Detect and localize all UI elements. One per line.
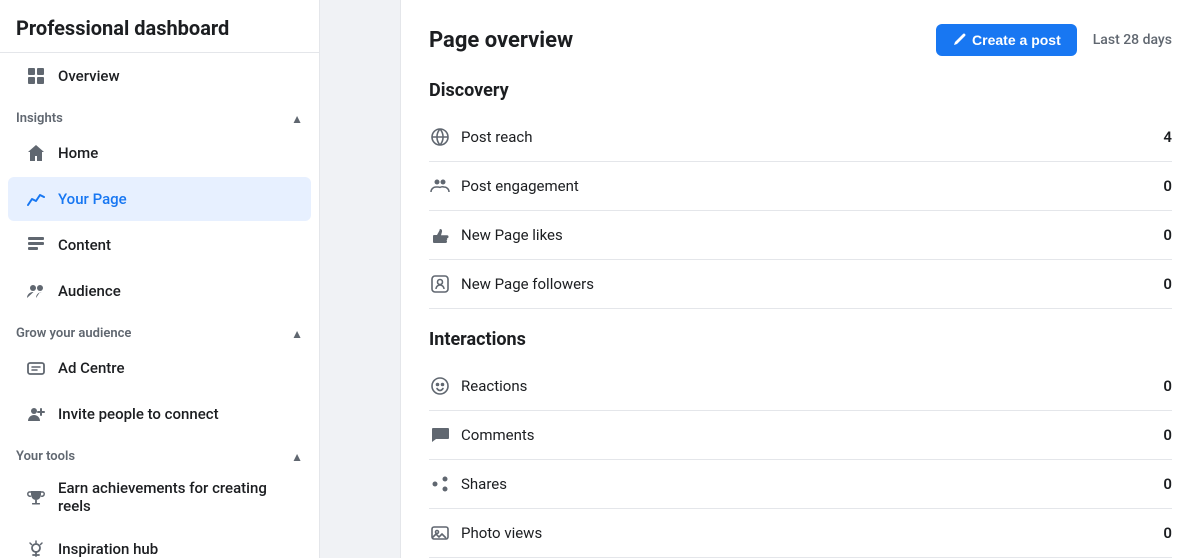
new-page-likes-label: New Page likes bbox=[461, 226, 563, 244]
grow-label: Grow your audience bbox=[16, 326, 131, 341]
ad-icon bbox=[24, 356, 48, 380]
your-tools-label: Your tools bbox=[16, 449, 75, 464]
create-post-button[interactable]: Create a post bbox=[936, 24, 1077, 56]
interactions-section: Interactions Reactions 0 bbox=[429, 329, 1172, 558]
post-reach-label: Post reach bbox=[461, 128, 532, 146]
new-followers-value: 0 bbox=[1163, 275, 1172, 293]
metric-photo-views: Photo views 0 bbox=[429, 509, 1172, 558]
sidebar: Professional dashboard Overview Insights… bbox=[0, 0, 320, 558]
people-icon bbox=[429, 175, 451, 197]
share-icon bbox=[429, 473, 451, 495]
sidebar-item-overview[interactable]: Overview bbox=[8, 54, 311, 98]
sidebar-item-content[interactable]: Content bbox=[8, 223, 311, 267]
post-engagement-value: 0 bbox=[1163, 177, 1172, 195]
reactions-value: 0 bbox=[1163, 377, 1172, 395]
sidebar-item-ad-centre-label: Ad Centre bbox=[58, 359, 125, 377]
center-spacer bbox=[320, 0, 400, 558]
page-overview-panel: Page overview Create a post Last 28 days… bbox=[400, 0, 1200, 558]
header-actions: Create a post Last 28 days bbox=[936, 24, 1172, 56]
shares-label: Shares bbox=[461, 475, 507, 493]
invite-icon bbox=[24, 402, 48, 426]
followers-icon bbox=[429, 273, 451, 295]
sidebar-item-your-page-label: Your Page bbox=[58, 190, 127, 208]
sidebar-item-overview-label: Overview bbox=[58, 67, 120, 85]
post-reach-value: 4 bbox=[1163, 128, 1172, 146]
shares-value: 0 bbox=[1163, 475, 1172, 493]
sidebar-item-home[interactable]: Home bbox=[8, 131, 311, 175]
thumbsup-icon bbox=[429, 224, 451, 246]
comment-icon bbox=[429, 424, 451, 446]
globe-icon bbox=[429, 126, 451, 148]
metric-new-followers: New Page followers 0 bbox=[429, 260, 1172, 309]
sidebar-item-achievements-label: Earn achievements for creating reels bbox=[58, 479, 295, 515]
reactions-label: Reactions bbox=[461, 377, 527, 395]
your-tools-chevron: ▲ bbox=[291, 450, 303, 464]
grow-chevron: ▲ bbox=[291, 327, 303, 341]
insights-chevron: ▲ bbox=[291, 112, 303, 126]
new-page-likes-value: 0 bbox=[1163, 226, 1172, 244]
emoji-icon bbox=[429, 375, 451, 397]
chart-icon bbox=[24, 187, 48, 211]
photo-icon bbox=[429, 522, 451, 544]
content-icon bbox=[24, 233, 48, 257]
photo-views-value: 0 bbox=[1163, 524, 1172, 542]
metric-post-engagement: Post engagement 0 bbox=[429, 162, 1172, 211]
grow-section-header[interactable]: Grow your audience ▲ bbox=[0, 314, 319, 345]
photo-views-label: Photo views bbox=[461, 524, 542, 542]
discovery-section: Discovery Post reach 4 bbox=[429, 80, 1172, 309]
home-icon bbox=[24, 141, 48, 165]
sidebar-item-your-page[interactable]: Your Page bbox=[8, 177, 311, 221]
metric-shares: Shares 0 bbox=[429, 460, 1172, 509]
metric-comments: Comments 0 bbox=[429, 411, 1172, 460]
sidebar-item-invite-label: Invite people to connect bbox=[58, 405, 219, 423]
metric-post-reach: Post reach 4 bbox=[429, 113, 1172, 162]
interactions-title: Interactions bbox=[429, 329, 1172, 350]
overview-header: Page overview Create a post Last 28 days bbox=[429, 24, 1172, 56]
sidebar-item-home-label: Home bbox=[58, 144, 98, 162]
sidebar-item-content-label: Content bbox=[58, 236, 111, 254]
sidebar-item-inspiration-label: Inspiration hub bbox=[58, 540, 158, 558]
sidebar-title: Professional dashboard bbox=[0, 0, 319, 53]
metric-reactions: Reactions 0 bbox=[429, 362, 1172, 411]
post-engagement-label: Post engagement bbox=[461, 177, 579, 195]
comments-label: Comments bbox=[461, 426, 535, 444]
last-days-label: Last 28 days bbox=[1093, 32, 1172, 48]
sidebar-item-audience-label: Audience bbox=[58, 282, 121, 300]
sidebar-item-achievements[interactable]: Earn achievements for creating reels bbox=[8, 469, 311, 525]
sidebar-item-inspiration[interactable]: Inspiration hub bbox=[8, 527, 311, 558]
metric-new-page-likes: New Page likes 0 bbox=[429, 211, 1172, 260]
inspiration-icon bbox=[24, 537, 48, 558]
new-followers-label: New Page followers bbox=[461, 275, 594, 293]
trophy-icon bbox=[24, 485, 48, 509]
edit-icon bbox=[952, 33, 966, 47]
insights-label: Insights bbox=[16, 111, 63, 126]
overview-icon bbox=[24, 64, 48, 88]
insights-section-header[interactable]: Insights ▲ bbox=[0, 99, 319, 130]
discovery-title: Discovery bbox=[429, 80, 1172, 101]
your-tools-section-header[interactable]: Your tools ▲ bbox=[0, 437, 319, 468]
page-title: Page overview bbox=[429, 28, 573, 53]
sidebar-item-invite[interactable]: Invite people to connect bbox=[8, 392, 311, 436]
sidebar-item-audience[interactable]: Audience bbox=[8, 269, 311, 313]
audience-icon bbox=[24, 279, 48, 303]
comments-value: 0 bbox=[1163, 426, 1172, 444]
sidebar-item-ad-centre[interactable]: Ad Centre bbox=[8, 346, 311, 390]
